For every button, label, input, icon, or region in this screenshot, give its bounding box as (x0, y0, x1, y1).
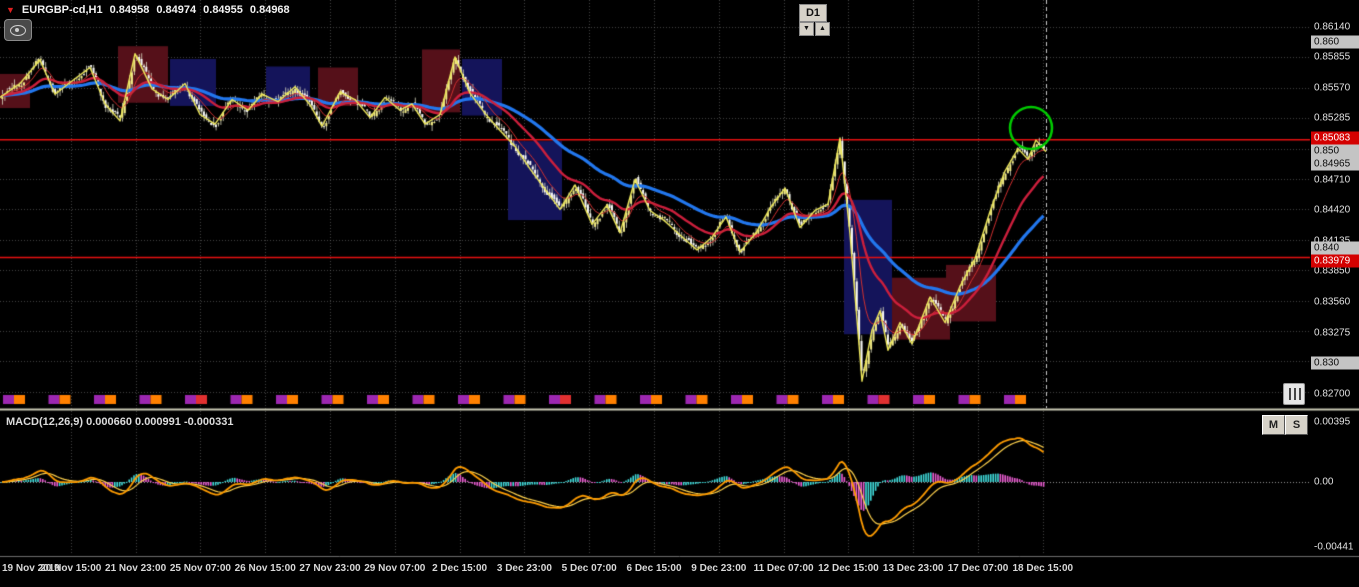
indicator-visibility-button[interactable] (4, 19, 32, 41)
price-scale-label: 0.84710 (1314, 174, 1351, 186)
time-scale-label: 2 Dec 15:00 (432, 563, 488, 574)
quote-open: 0.84958 (109, 4, 150, 16)
price-level-tag: 0.840 (1311, 241, 1359, 255)
eye-icon (10, 24, 26, 36)
price-scale-label: 0.85855 (1314, 51, 1351, 63)
time-scale-label: 6 Dec 15:00 (626, 563, 682, 574)
time-scale-label: 5 Dec 07:00 (561, 563, 617, 574)
sell-arrow-icon: ▼ (6, 5, 15, 15)
button-m[interactable]: M (1262, 415, 1285, 435)
symbol-info: ▼ EURGBP-cd,H1 0.84958 0.84974 0.84955 0… (6, 4, 290, 16)
period-up-button[interactable]: ▲ (815, 22, 830, 36)
macd-scale-label: 0.00395 (1314, 416, 1351, 428)
price-scale-label: 0.82700 (1314, 388, 1351, 400)
price-scale-label: 0.83275 (1314, 327, 1351, 339)
button-s[interactable]: S (1285, 415, 1308, 435)
time-scale-label: 21 Nov 23:00 (105, 563, 167, 574)
macd-indicator-label: MACD(12,26,9) 0.000660 0.000991 -0.00033… (6, 416, 234, 428)
quote-close: 0.84968 (249, 4, 290, 16)
time-scale-label: 26 Nov 15:00 (234, 563, 296, 574)
time-scale-label: 13 Dec 23:00 (882, 563, 944, 574)
price-level-tag: 0.830 (1311, 356, 1359, 370)
period-down-button[interactable]: ▼ (799, 22, 814, 36)
time-scale-label: 18 Dec 15:00 (1012, 563, 1074, 574)
quote-high: 0.84974 (156, 4, 197, 16)
time-scale-label: 20 Nov 15:00 (40, 563, 102, 574)
symbol-name: EURGBP-cd,H1 (21, 4, 103, 16)
time-scale-label: 11 Dec 07:00 (753, 563, 814, 574)
trading-terminal-window: ▼ EURGBP-cd,H1 0.84958 0.84974 0.84955 0… (0, 0, 1359, 587)
price-level-tag: 0.84965 (1311, 157, 1359, 171)
price-scale-label: 0.83560 (1314, 296, 1351, 308)
price-level-tag: 0.860 (1311, 35, 1359, 49)
time-scale-label: 17 Dec 07:00 (947, 563, 1009, 574)
macd-scale-label: 0.00 (1314, 476, 1334, 488)
time-scale-label: 9 Dec 23:00 (691, 563, 747, 574)
price-scale-label: 0.86140 (1314, 21, 1351, 33)
chart-canvas[interactable] (0, 0, 1359, 587)
price-scale-label: 0.85570 (1314, 82, 1351, 94)
period-selector-button[interactable]: D1 (799, 4, 827, 22)
price-line-tag: 0.83979 (1311, 254, 1359, 268)
price-scale-label: 0.85285 (1314, 112, 1351, 124)
time-scale-label: 12 Dec 15:00 (818, 563, 879, 574)
time-scale-label: 25 Nov 07:00 (169, 563, 231, 574)
macd-scale-label: -0.00441 (1314, 541, 1354, 553)
price-scale-label: 0.84420 (1314, 204, 1351, 216)
period-widget: ▼ ▲ (799, 22, 830, 36)
price-level-tag: 0.850 (1311, 144, 1359, 158)
quote-low: 0.84955 (203, 4, 243, 16)
time-scale-label: 27 Nov 23:00 (299, 563, 361, 574)
time-scale-label: 29 Nov 07:00 (364, 563, 426, 574)
quick-panel-icon[interactable] (1283, 383, 1305, 405)
price-line-tag: 0.85083 (1311, 131, 1359, 145)
time-scale-label: 3 Dec 23:00 (496, 563, 552, 574)
